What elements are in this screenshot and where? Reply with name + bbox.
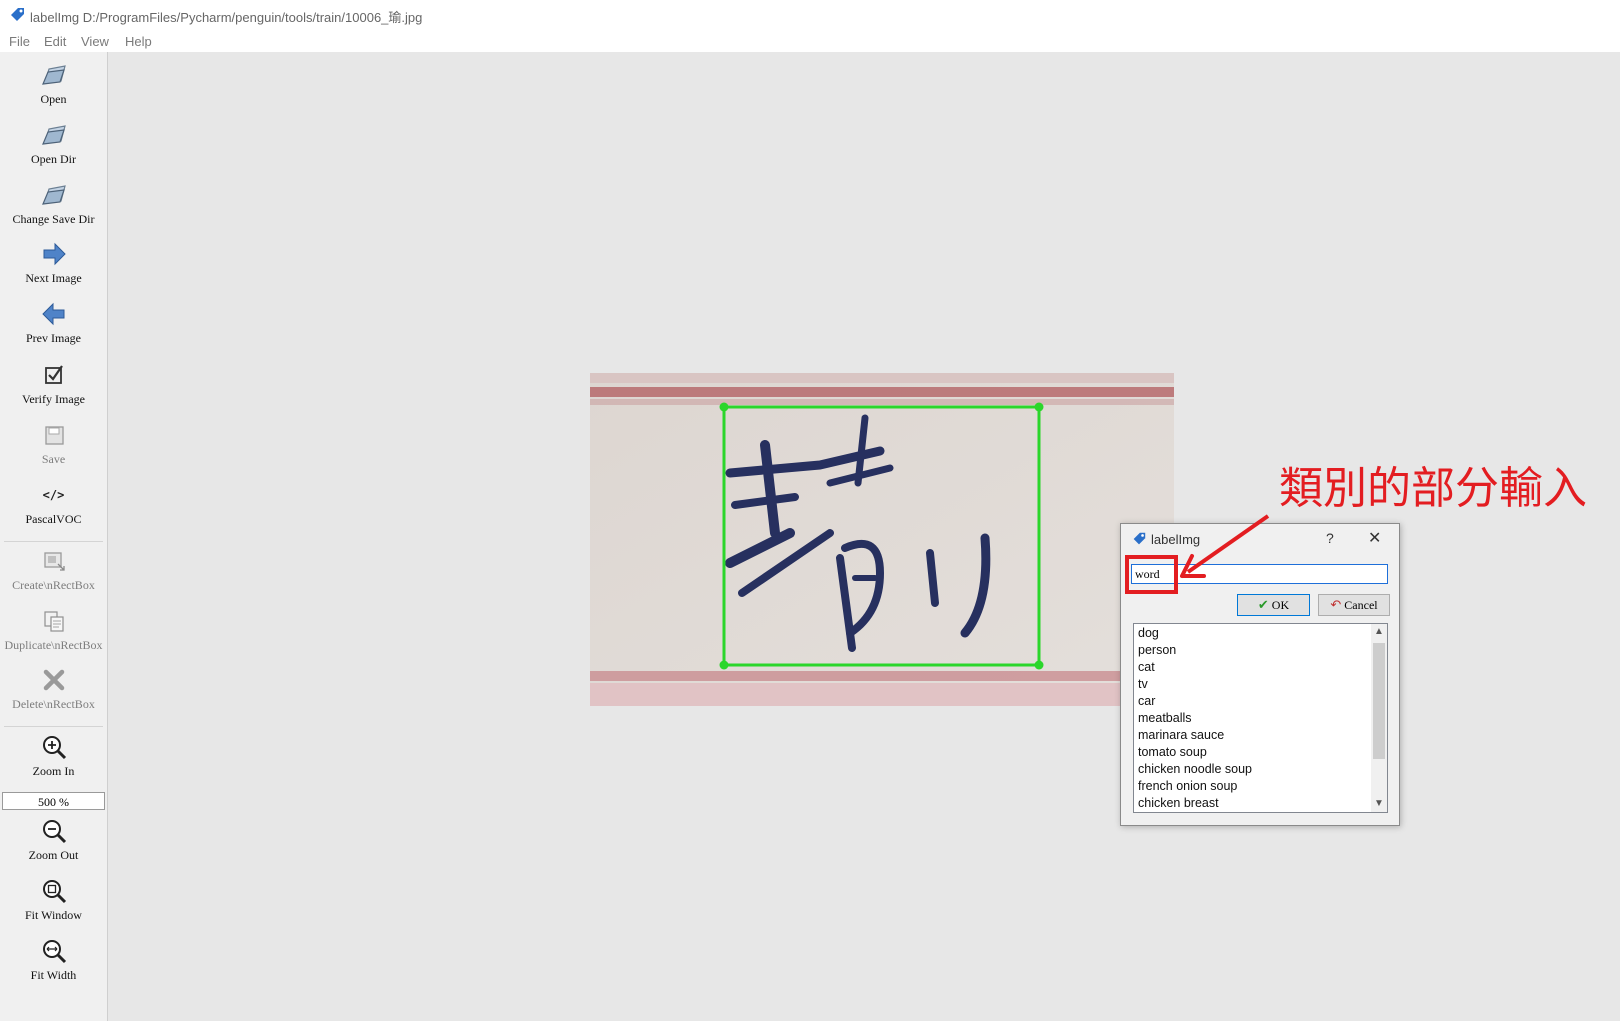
input-highlight-box: [1125, 555, 1178, 594]
annotation-overlay: [1125, 514, 1270, 594]
red-arrow-icon: [1186, 514, 1270, 574]
red-arrow-head: [1180, 554, 1206, 578]
